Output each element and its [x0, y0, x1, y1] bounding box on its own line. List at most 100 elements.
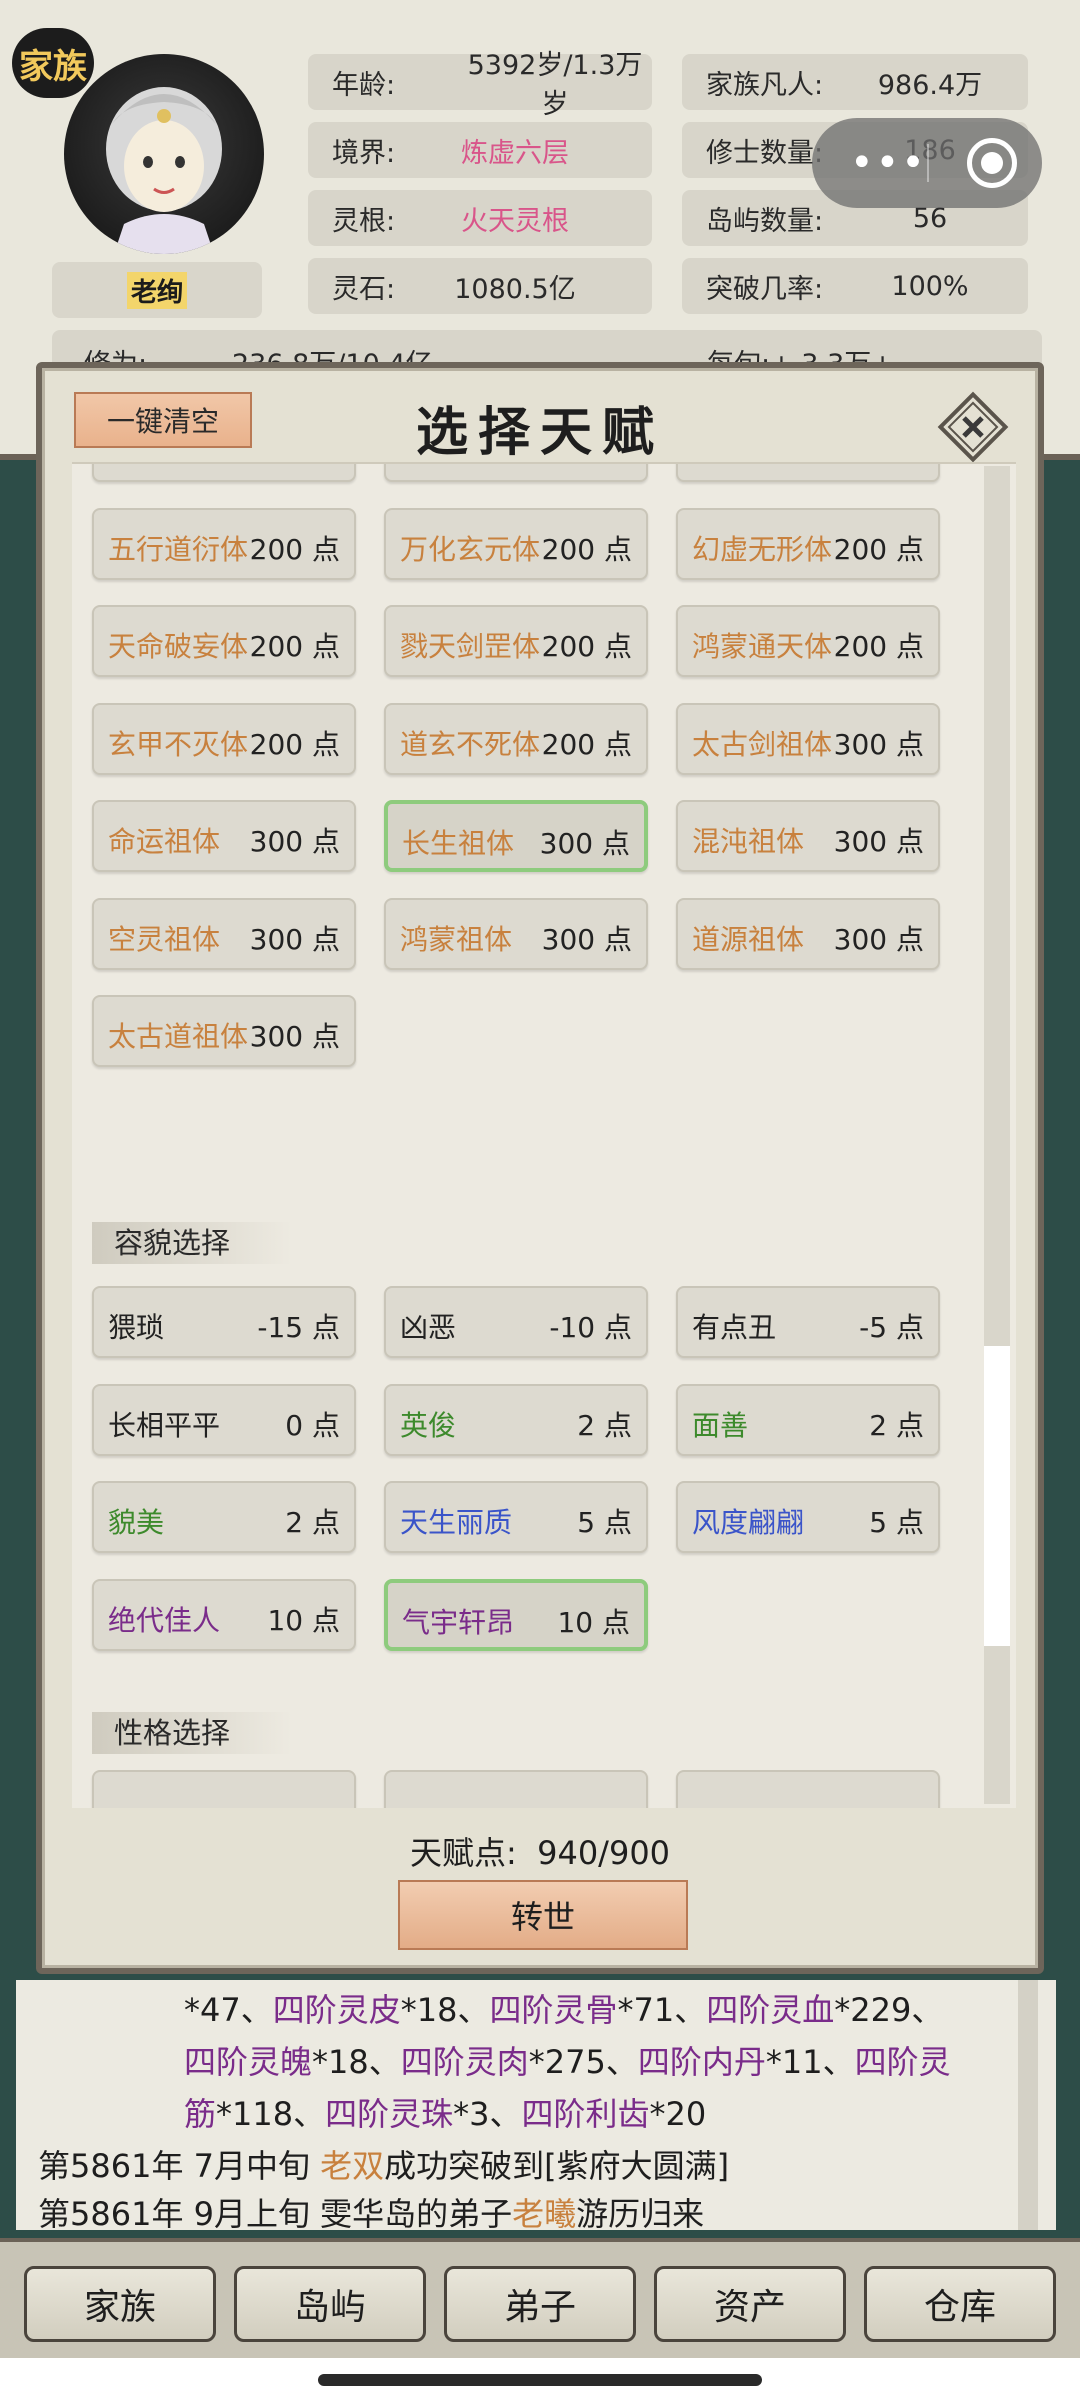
talent-option[interactable]: 命运祖体 300 点: [92, 800, 356, 872]
talent-option-points: 200 点: [249, 727, 340, 761]
nav-disciples[interactable]: 弟子: [444, 2266, 636, 2342]
reincarnate-button[interactable]: 转世: [398, 1880, 688, 1950]
breakthrough-stat: 突破几率: 100%: [682, 258, 1028, 314]
spirit-stone-stat: 灵石: 1080.5亿: [308, 258, 652, 314]
talent-option-partial[interactable]: [384, 1770, 648, 1808]
talent-option[interactable]: 道玄不死体 200 点: [384, 702, 648, 775]
talent-option[interactable]: 长相平平 0 点: [92, 1383, 356, 1456]
log-scrollbar[interactable]: [1018, 1980, 1038, 2230]
talent-option-name: 面善: [692, 1408, 749, 1442]
talent-option-points: 300 点: [833, 825, 924, 858]
talent-option[interactable]: 绝代佳人 10 点: [92, 1578, 356, 1651]
scrollbar[interactable]: [984, 466, 1010, 1804]
talent-option-points: -15 点: [257, 1311, 340, 1344]
clan-badge[interactable]: 家族: [12, 28, 94, 98]
talent-option[interactable]: 命运仙体 150 点: [676, 464, 940, 482]
nav-warehouse[interactable]: 仓库: [864, 2266, 1056, 2342]
talent-option-points: 2 点: [577, 1408, 632, 1442]
log-line: 四阶灵魄*18、四阶灵肉*275、四阶内丹*11、四阶灵: [184, 2043, 951, 2081]
nav-islands[interactable]: 岛屿: [234, 2266, 426, 2342]
dialog-title: 选择天赋: [415, 402, 664, 463]
nav-assets[interactable]: 资产: [654, 2266, 846, 2342]
nav-clan[interactable]: 家族: [24, 2266, 216, 2342]
talent-option[interactable]: 空灵祖体 300 点: [92, 897, 356, 970]
talent-option-name: 有点丑: [692, 1311, 777, 1344]
talent-option-name: 命运祖体: [108, 825, 221, 858]
talent-option[interactable]: 有点丑 -5 点: [676, 1286, 940, 1358]
talent-option-name: 道玄不死体: [400, 727, 541, 761]
log-line: *47、四阶灵皮*18、四阶灵骨*71、四阶灵血*229、: [184, 1991, 944, 2029]
talent-option-name: 风度翩翩: [692, 1506, 805, 1539]
talent-option-points: 300 点: [249, 825, 340, 858]
talent-option-partial[interactable]: [92, 1770, 356, 1808]
talent-option[interactable]: 凶恶 -10 点: [384, 1286, 648, 1358]
talent-option-name: 道源祖体: [692, 922, 805, 956]
talent-option-name: 玄甲不灭体: [108, 727, 249, 761]
talent-option-name: 貌美: [108, 1506, 165, 1539]
talent-option[interactable]: 太古剑祖体 300 点: [676, 702, 940, 775]
log-line: 第5861年 9月上旬 雯华岛的弟子老曦游历归来: [38, 2195, 705, 2233]
talent-option-name: 太古剑祖体: [692, 727, 833, 761]
talent-option-points: 0 点: [285, 1408, 340, 1442]
talent-option[interactable]: 敕天仙体 150 点: [384, 464, 648, 482]
realm-stat: 境界: 炼虚六层: [308, 122, 652, 178]
talent-option[interactable]: 风度翩翩 5 点: [676, 1481, 940, 1553]
talent-option-points: 300 点: [833, 922, 924, 956]
talent-option[interactable]: 天命破妄体 200 点: [92, 605, 356, 677]
talent-option-name: 气宇轩昂: [402, 1605, 515, 1639]
talent-option[interactable]: 万化玄元体 200 点: [384, 507, 648, 580]
talent-option[interactable]: 鸿蒙祖体 300 点: [384, 897, 648, 970]
talent-option-points: 200 点: [541, 630, 632, 663]
more-icon[interactable]: •••: [850, 140, 927, 186]
close-miniprogram-icon[interactable]: [967, 138, 1017, 188]
talent-option[interactable]: 玄甲不灭体 200 点: [92, 702, 356, 775]
talent-option-name: 鸿蒙通天体: [692, 630, 833, 663]
personality-section-title: 性格选择: [92, 1712, 292, 1754]
talent-option-name: 敕天仙体: [400, 464, 512, 470]
talent-option[interactable]: 面善 2 点: [676, 1383, 940, 1456]
talent-option[interactable]: 貌美 2 点: [92, 1481, 356, 1553]
age-stat: 年龄: 5392岁/1.3万岁: [308, 50, 652, 120]
talent-option-points: 200 点: [833, 532, 924, 566]
talent-option-name: 天生丽质: [400, 1506, 513, 1539]
talent-option[interactable]: 猥琐 -15 点: [92, 1286, 356, 1358]
talent-option[interactable]: 道源祖体 300 点: [676, 897, 940, 970]
miniprogram-capsule: •••: [812, 118, 1042, 208]
talent-option[interactable]: 幻虚无形体 200 点: [676, 507, 940, 580]
talent-option-points: -10 点: [549, 1311, 632, 1344]
talent-option-name: 绝代佳人: [108, 1603, 221, 1637]
talent-option[interactable]: 鸿蒙通天体 200 点: [676, 605, 940, 677]
talent-option[interactable]: 太古道祖体 300 点: [92, 995, 356, 1067]
talent-option[interactable]: 戮天剑罡体 200 点: [384, 605, 648, 677]
talent-option-partial[interactable]: [676, 1770, 940, 1808]
talent-option[interactable]: 气宇轩昂 10 点: [384, 1578, 648, 1651]
talent-option-name: 凶恶: [400, 1311, 457, 1344]
appearance-section-title: 容貌选择: [92, 1222, 292, 1264]
talent-option-name: 太古道祖体: [108, 1020, 249, 1053]
talent-option-name: 幻虚无形体: [692, 532, 833, 566]
avatar[interactable]: [64, 54, 264, 254]
talent-option[interactable]: 五行道衍体 200 点: [92, 507, 356, 580]
talent-option[interactable]: 长生祖体 300 点: [384, 800, 648, 872]
close-icon[interactable]: [936, 390, 1010, 464]
log-line: 筋*118、四阶灵珠*3、四阶利齿*20: [184, 2095, 707, 2133]
talent-option[interactable]: 混沌祖体 300 点: [676, 800, 940, 872]
talent-option-name: 混沌祖体: [692, 825, 805, 858]
talent-option-points: 300 点: [249, 1020, 340, 1053]
talent-selection-dialog: 一键清空 选择天赋 古剑仙体150 点敕天仙体150 点命运仙体150 点五行道…: [36, 362, 1044, 1974]
talent-option-name: 古剑仙体: [108, 464, 220, 470]
talent-option-points: 200 点: [249, 532, 340, 566]
talent-scroll-list[interactable]: 古剑仙体150 点 敕天仙体150 点 命运仙体150 点五行道衍体200 点万化玄…: [72, 462, 1016, 1808]
home-indicator[interactable]: [318, 2374, 762, 2386]
talent-option-name: 英俊: [400, 1408, 457, 1442]
talent-option[interactable]: 英俊 2 点: [384, 1383, 648, 1456]
bottom-nav: 家族 岛屿 弟子 资产 仓库: [0, 2238, 1080, 2358]
talent-option-points: 200 点: [541, 727, 632, 761]
scrollbar-thumb[interactable]: [984, 1346, 1010, 1646]
event-log[interactable]: *47、四阶灵皮*18、四阶灵骨*71、四阶灵血*229、 四阶灵魄*18、四阶…: [16, 1980, 1056, 2233]
talent-option-name: 命运仙体: [692, 464, 804, 470]
talent-option-name: 天命破妄体: [108, 630, 249, 663]
talent-option-points: 200 点: [833, 630, 924, 663]
talent-option[interactable]: 天生丽质 5 点: [384, 1481, 648, 1553]
talent-option[interactable]: 古剑仙体 150 点: [92, 464, 356, 482]
